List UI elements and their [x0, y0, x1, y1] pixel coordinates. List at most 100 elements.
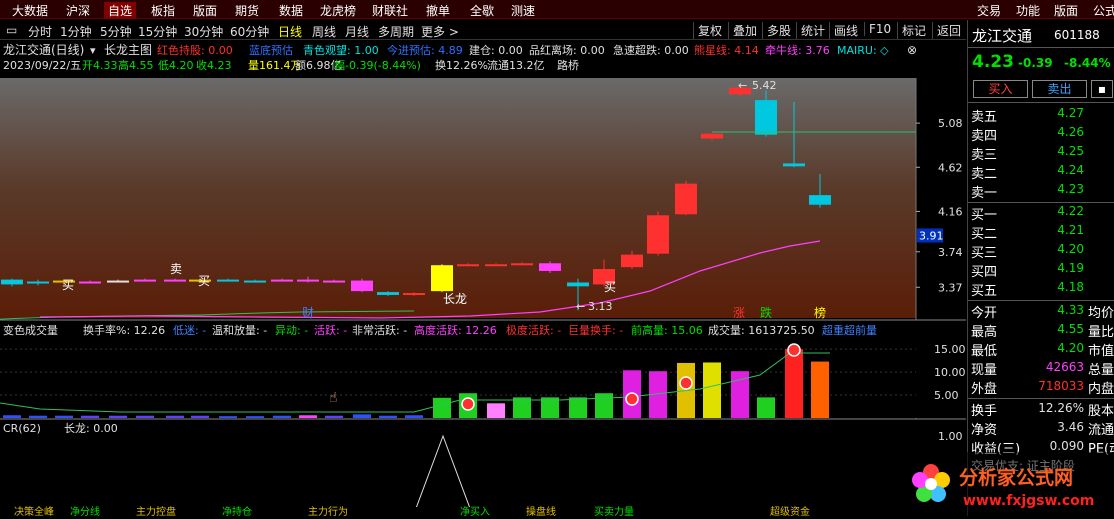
top-menu-item[interactable]: 测速 — [511, 2, 535, 19]
ask-level[interactable]: 卖一 4.23 — [968, 182, 1114, 201]
top-menu-item[interactable]: 撤单 — [426, 2, 450, 19]
volume-header-item: 高度活跃: 12.26 — [414, 323, 497, 337]
volume-bar — [3, 415, 21, 418]
ask-level[interactable]: 卖五 4.27 — [968, 106, 1114, 125]
period-tab[interactable]: 1分钟 — [60, 23, 92, 40]
top-menu-item[interactable]: 龙虎榜 — [320, 2, 356, 19]
bid-level[interactable]: 买四 4.19 — [968, 261, 1114, 280]
volume-header-item: 极度活跃: - — [506, 323, 561, 337]
last-price: 4.23 — [972, 52, 1014, 72]
top-menu-item[interactable]: 自选 — [104, 2, 137, 19]
stat-label: 今开 — [971, 306, 998, 321]
more-button[interactable]: ▪ — [1091, 80, 1113, 98]
indicator-name[interactable]: 长龙主图 — [104, 43, 152, 57]
chart-tool-button[interactable]: 多股 — [762, 22, 791, 39]
order-level-price: 4.19 — [1057, 261, 1084, 275]
period-tab[interactable]: 60分钟 — [230, 23, 269, 40]
top-menu-item[interactable]: 财联社 — [372, 2, 408, 19]
stat-label: 最高 — [971, 325, 998, 340]
candle-body — [1, 279, 23, 285]
top-menu-right-item[interactable]: 版面 — [1054, 2, 1078, 19]
period-tab[interactable]: 30分钟 — [184, 23, 223, 40]
top-menu-right-item[interactable]: 功能 — [1016, 2, 1040, 19]
watermark-url: www.fxjgsw.com — [963, 493, 1094, 509]
volume-header-item: 换手率%: 12.26 — [83, 323, 165, 337]
chart-svg[interactable]: 龙江交通(日线) ▾ 长龙主图 红色持股: 0.00 蓝底预估 青色观望: 1.00 今进预… — [0, 41, 966, 516]
sell-button[interactable]: 卖出 — [1032, 80, 1087, 98]
order-level-price: 4.23 — [1057, 182, 1084, 196]
volume-bar — [703, 362, 721, 418]
order-level-price: 4.26 — [1057, 125, 1084, 139]
bid-level[interactable]: 买一 4.22 — [968, 204, 1114, 223]
top-menu-item[interactable]: 沪深 — [66, 2, 90, 19]
top-menu-right-item[interactable]: 交易 — [977, 2, 1001, 19]
candle-body — [297, 279, 319, 282]
bid-level[interactable]: 买三 4.20 — [968, 242, 1114, 261]
period-tab[interactable]: 月线 — [345, 23, 369, 40]
quote-info: 换12.26% — [435, 58, 488, 72]
stat2-label2: 股本 — [1088, 404, 1114, 419]
volume-bar — [191, 415, 209, 418]
indicator-value: 红色持股: 0.00 — [157, 43, 233, 57]
buy-signal: 买 — [198, 274, 210, 288]
ask-level[interactable]: 卖四 4.26 — [968, 125, 1114, 144]
top-menu-item[interactable]: 全歇 — [470, 2, 494, 19]
chart-marker: 跌 — [760, 305, 772, 320]
top-menu-item[interactable]: 大数据 — [12, 2, 48, 19]
cr-tick-label: 1.00 — [938, 430, 963, 443]
volume-bar — [405, 415, 423, 418]
candle-body — [809, 195, 831, 205]
top-menu-item[interactable]: 数据 — [279, 2, 303, 19]
ask-level[interactable]: 卖三 4.25 — [968, 144, 1114, 163]
bid-level[interactable]: 买五 4.18 — [968, 280, 1114, 299]
high-annotation: 5.42 — [752, 79, 777, 92]
top-menu-right-item[interactable]: 公式 — [1093, 2, 1114, 19]
volume-header-item: 异动: - — [275, 324, 308, 337]
stat-label: 最低 — [971, 344, 998, 359]
chart-tool-button[interactable]: 叠加 — [728, 22, 757, 39]
bid-level[interactable]: 买二 4.21 — [968, 223, 1114, 242]
chart-tool-button[interactable]: 标记 — [897, 22, 926, 39]
bottom-strip-item: 操盘线 — [526, 505, 556, 516]
signal-ball-icon — [461, 397, 475, 411]
indicator-value: 急速超跌: 0.00 — [613, 43, 689, 57]
top-menu-item[interactable]: 期货 — [235, 2, 259, 19]
arrow-icon: ← — [738, 79, 747, 92]
period-tab[interactable]: 日线 — [278, 23, 302, 40]
ask-level[interactable]: 卖二 4.24 — [968, 163, 1114, 182]
chart-tool-button[interactable]: 统计 — [796, 22, 825, 39]
hand-cursor-icon[interactable]: ☝ — [329, 390, 338, 406]
candle-body — [511, 263, 533, 266]
volume-bar — [81, 415, 99, 418]
order-level-price: 4.20 — [1057, 242, 1084, 256]
bottom-strip-item: 决策全峰 — [14, 505, 54, 516]
sell-signal: 卖 — [170, 262, 182, 276]
period-tab[interactable]: 多周期 — [378, 23, 414, 40]
bottom-strip-item: 超级资金 — [770, 505, 810, 516]
period-tab[interactable]: 15分钟 — [138, 23, 177, 40]
close-icon[interactable]: ⊗ — [907, 43, 917, 57]
volume-bar — [325, 415, 343, 418]
volume-header-item: 低迷: - — [173, 324, 206, 337]
bottom-strip-item: 净持仓 — [222, 505, 252, 516]
chart-tool-button[interactable]: F10 — [864, 22, 891, 36]
order-level-label: 卖一 — [971, 186, 998, 201]
chart-tool-button[interactable]: 返回 — [932, 22, 961, 39]
period-tab[interactable]: 分时 — [28, 23, 52, 40]
top-menu-item[interactable]: 版面 — [193, 2, 217, 19]
quote-info: 低4.20 — [158, 59, 194, 72]
period-tab[interactable]: 5分钟 — [100, 23, 132, 40]
top-menu-item[interactable]: 板指 — [151, 2, 175, 19]
period-tab[interactable]: 周线 — [312, 23, 336, 40]
cr-header-name: CR(62) — [3, 422, 41, 435]
buy-button[interactable]: 买入 — [973, 80, 1028, 98]
period-tab[interactable]: 更多 > — [421, 23, 459, 40]
bottom-strip-item: 净分线 — [70, 505, 100, 516]
volume-bar — [353, 414, 371, 418]
candle-body — [403, 293, 425, 296]
chart-tool-button[interactable]: 画线 — [829, 22, 858, 39]
quote-info: 2023/09/22/五 — [3, 59, 81, 72]
chart-tool-button[interactable]: 复权 — [693, 22, 722, 39]
window-icon[interactable]: ▭ — [6, 23, 17, 37]
stat-value: 4.20 — [1057, 341, 1084, 355]
